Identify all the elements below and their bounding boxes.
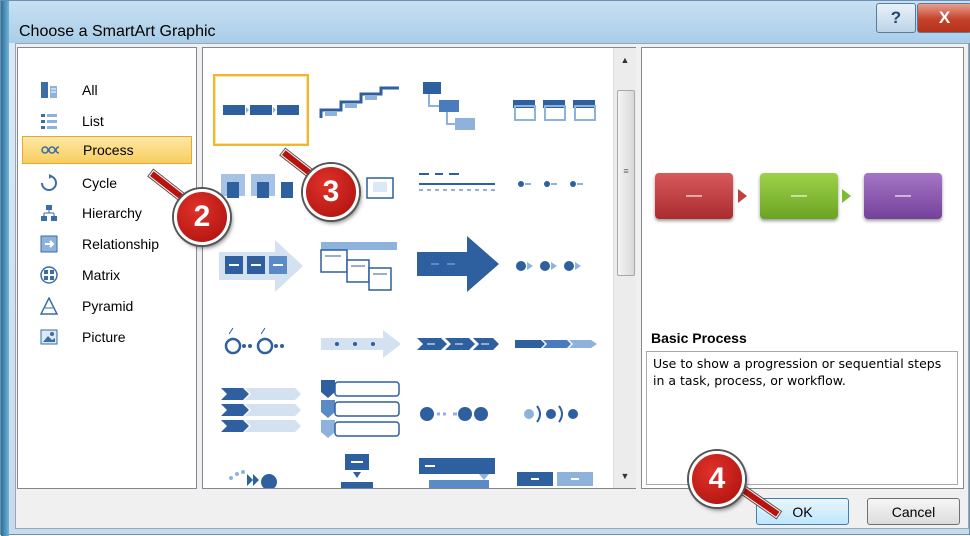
- category-item-all[interactable]: All: [22, 76, 192, 104]
- category-list: All List Process Cycle Hierarchy Relatio…: [17, 47, 197, 489]
- category-label: All: [82, 82, 98, 98]
- grip-icon: ≡: [623, 166, 629, 176]
- relationship-icon: [40, 235, 58, 253]
- title-bar[interactable]: Choose a SmartArt Graphic ? X: [9, 1, 970, 43]
- close-button[interactable]: X: [917, 3, 970, 33]
- picture-icon: [40, 328, 58, 346]
- layout-funnel[interactable]: [311, 448, 407, 488]
- layout-arrow-ribbon[interactable]: [507, 448, 603, 488]
- category-item-picture[interactable]: Picture: [22, 323, 192, 351]
- layout-phased-process[interactable]: [409, 378, 505, 450]
- scroll-down-icon[interactable]: ▼: [614, 466, 636, 486]
- cycle-icon: [40, 174, 58, 192]
- layout-accent-process[interactable]: [507, 74, 603, 146]
- layout-basic-timeline[interactable]: [213, 310, 309, 382]
- layout-increasing-arrows-process[interactable]: [409, 152, 505, 224]
- callout-3: 3: [303, 164, 359, 220]
- list-icon: [40, 112, 58, 130]
- close-icon: X: [938, 8, 951, 27]
- layout-vertical-chevron-list[interactable]: [213, 378, 309, 450]
- preview-arrow-2: [842, 189, 851, 203]
- preview-arrow-1: [738, 189, 747, 203]
- layout-process-arrows-2[interactable]: [311, 230, 407, 302]
- preview-box-2: —: [760, 173, 838, 219]
- category-item-matrix[interactable]: Matrix: [22, 261, 192, 289]
- category-label: List: [82, 113, 104, 129]
- layout-closed-chevron-process[interactable]: [409, 310, 505, 382]
- layout-upward-arrow[interactable]: [409, 230, 505, 302]
- category-item-relationship[interactable]: Relationship: [22, 230, 192, 258]
- layout-step-up-process[interactable]: [311, 74, 407, 146]
- layout-equation[interactable]: [507, 378, 603, 450]
- category-item-process[interactable]: Process: [22, 136, 192, 164]
- category-label: Process: [83, 142, 134, 158]
- category-label: Picture: [82, 329, 126, 345]
- layout-process-arrows[interactable]: [507, 152, 603, 224]
- all-icon: [40, 81, 58, 99]
- scroll-up-icon[interactable]: ▲: [614, 50, 636, 70]
- preview-box-1: —: [655, 173, 733, 219]
- hierarchy-icon: [40, 204, 58, 222]
- category-item-hierarchy[interactable]: Hierarchy: [22, 199, 192, 227]
- category-label: Hierarchy: [82, 205, 142, 221]
- callout-4: 4: [689, 451, 745, 507]
- callout-2: 2: [174, 189, 230, 245]
- category-label: Matrix: [82, 267, 121, 283]
- category-label: Relationship: [82, 236, 160, 252]
- layout-basic-process[interactable]: [213, 74, 309, 146]
- gallery-scrollbar[interactable]: ▲ ≡ ▼: [613, 48, 636, 488]
- matrix-icon: [40, 266, 58, 284]
- dialog-title: Choose a SmartArt Graphic: [19, 23, 216, 40]
- window-left-edge: [1, 1, 9, 536]
- category-item-list[interactable]: List: [22, 107, 192, 135]
- pyramid-icon: [40, 297, 58, 315]
- layout-circle-accent-timeline[interactable]: [507, 230, 603, 302]
- category-item-pyramid[interactable]: Pyramid: [22, 292, 192, 320]
- layout-gear[interactable]: [409, 448, 505, 488]
- preview-title: Basic Process: [651, 330, 747, 346]
- help-icon: ?: [890, 8, 902, 27]
- cancel-button[interactable]: Cancel: [867, 498, 960, 525]
- layout-sub-step-process[interactable]: [311, 378, 407, 450]
- process-icon: [41, 141, 59, 159]
- dialog-window: Choose a SmartArt Graphic ? X All List P…: [0, 0, 970, 536]
- layout-continuous-arrow-process[interactable]: [213, 230, 309, 302]
- scroll-thumb[interactable]: ≡: [617, 90, 635, 276]
- layout-basic-chevron-process[interactable]: [311, 310, 407, 382]
- category-label: Pyramid: [82, 298, 134, 314]
- layout-chevron-list[interactable]: [507, 310, 603, 382]
- layout-segmented-process[interactable]: [213, 448, 309, 488]
- category-label: Cycle: [82, 175, 118, 191]
- help-button[interactable]: ?: [876, 3, 916, 33]
- layout-step-down-process[interactable]: [409, 74, 505, 146]
- preview-box-3: —: [864, 173, 942, 219]
- layout-gallery: [202, 47, 636, 489]
